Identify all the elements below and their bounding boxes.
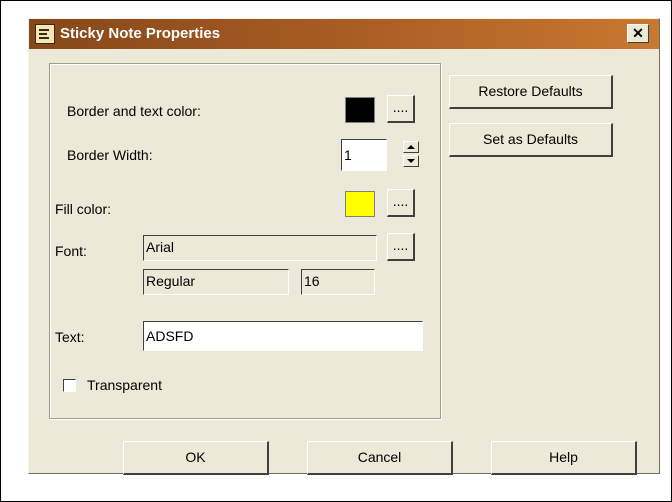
close-button[interactable]: ✕ [627,24,649,43]
sticky-note-properties-dialog: Sticky Note Properties ✕ Border and text… [28,18,660,475]
restore-defaults-button[interactable]: Restore Defaults [449,75,613,109]
border-color-label: Border and text color: [67,103,201,119]
note-text-input[interactable]: ADSFD [143,321,423,351]
font-style-field: Regular [143,269,289,295]
sticky-note-app-icon [35,24,55,44]
close-icon: ✕ [632,25,644,41]
fill-color-picker-button[interactable]: .... [387,189,415,217]
fill-color-swatch [345,191,375,217]
arrow-down-icon [407,159,415,163]
ok-button[interactable]: OK [123,441,269,475]
border-color-swatch [345,97,375,123]
font-size-field: 16 [301,269,375,295]
border-width-decrement[interactable] [403,155,419,167]
set-as-defaults-button[interactable]: Set as Defaults [449,123,613,157]
fill-color-label: Fill color: [55,201,112,217]
cancel-button[interactable]: Cancel [307,441,453,475]
font-picker-button[interactable]: .... [387,233,415,261]
border-width-increment[interactable] [403,141,419,153]
arrow-up-icon [407,145,415,149]
window-title: Sticky Note Properties [60,25,221,42]
transparent-checkbox[interactable] [63,379,76,392]
border-color-picker-button[interactable]: .... [387,95,415,123]
text-label: Text: [55,329,85,345]
transparent-label: Transparent [87,377,162,393]
help-button[interactable]: Help [491,441,637,475]
title-bar[interactable]: Sticky Note Properties ✕ [29,19,659,49]
font-label: Font: [55,243,87,259]
font-name-field: Arial [143,235,377,261]
border-width-input[interactable]: 1 [341,139,387,171]
border-width-label: Border Width: [67,147,153,163]
